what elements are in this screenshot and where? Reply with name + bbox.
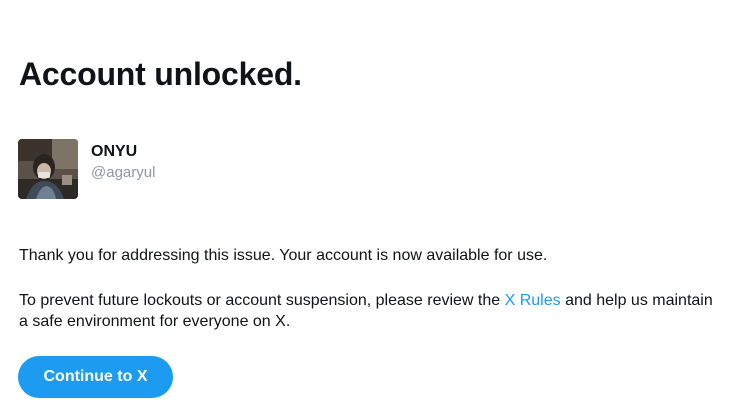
user-handle: @agaryul	[91, 164, 156, 181]
x-rules-link[interactable]: X Rules	[505, 292, 561, 309]
profile-card: ONYU @agaryul	[18, 139, 155, 199]
rules-message-prefix: To prevent future lockouts or account su…	[19, 292, 505, 309]
profile-names: ONYU @agaryul	[91, 139, 155, 182]
display-name: ONYU	[91, 143, 138, 160]
rules-message: To prevent future lockouts or account su…	[19, 290, 719, 332]
confirmation-message: Thank you for addressing this issue. You…	[19, 247, 548, 264]
continue-to-x-button[interactable]: Continue to X	[18, 356, 173, 398]
avatar	[18, 139, 78, 199]
avatar-photo-icon	[18, 139, 78, 199]
page-title: Account unlocked.	[19, 56, 302, 92]
account-unlocked-page: Account unlocked. ONYU @agaryul Thank yo…	[0, 0, 729, 420]
